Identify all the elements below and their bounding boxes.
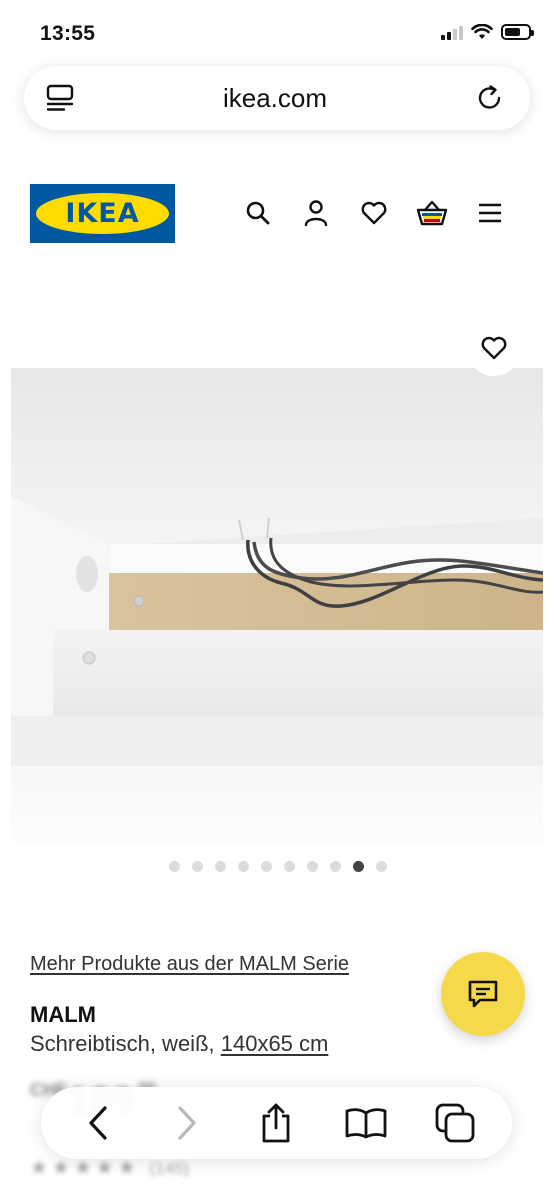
- status-icons: [441, 24, 534, 40]
- size-link[interactable]: 140x65 cm: [221, 1031, 329, 1056]
- address-bar[interactable]: ikea.com: [24, 66, 530, 130]
- chat-bubble-icon: [468, 980, 498, 1008]
- account-icon[interactable]: [296, 193, 336, 233]
- chat-button[interactable]: [441, 952, 525, 1036]
- image-bottom-fade: [11, 766, 543, 844]
- share-icon: [263, 1103, 290, 1143]
- series-link[interactable]: Mehr Produkte aus der MALM Serie: [30, 953, 349, 976]
- basket-icon[interactable]: [412, 193, 452, 233]
- cellular-signal-icon: [441, 24, 463, 40]
- back-button[interactable]: [74, 1099, 122, 1147]
- chevron-right-icon: [178, 1106, 196, 1140]
- image-carousel-dots: [0, 861, 555, 872]
- search-icon[interactable]: [238, 193, 278, 233]
- share-button[interactable]: [252, 1099, 300, 1147]
- wifi-icon: [471, 24, 493, 39]
- reload-icon[interactable]: [474, 82, 506, 114]
- bookmarks-button[interactable]: [342, 1099, 390, 1147]
- desk-underside-photo: [11, 368, 543, 766]
- url-text[interactable]: ikea.com: [223, 83, 327, 114]
- carousel-dot[interactable]: [237, 861, 249, 872]
- carousel-dot[interactable]: [168, 861, 180, 872]
- product-description: Schreibtisch, weiß, 140x65 cm: [30, 1031, 328, 1057]
- battery-icon: [501, 24, 534, 40]
- forward-button[interactable]: [163, 1099, 211, 1147]
- product-name: MALM: [30, 1002, 96, 1027]
- rating-count: (145): [149, 1159, 190, 1178]
- book-icon: [345, 1108, 387, 1139]
- carousel-dot[interactable]: [352, 861, 364, 872]
- tabs-button[interactable]: [431, 1099, 479, 1147]
- tabs-icon: [435, 1103, 475, 1143]
- product-type: Schreibtisch, weiß,: [30, 1031, 221, 1056]
- site-header: IKEA: [30, 183, 510, 243]
- carousel-dot[interactable]: [191, 861, 203, 872]
- reader-mode-icon[interactable]: [44, 82, 76, 114]
- carousel-dot[interactable]: [375, 861, 387, 872]
- header-icons: [238, 193, 510, 233]
- carousel-dot[interactable]: [214, 861, 226, 872]
- heart-icon[interactable]: [354, 193, 394, 233]
- rating-stars-icon: ★★★★★: [30, 1157, 140, 1179]
- carousel-dot[interactable]: [283, 861, 295, 872]
- add-to-favourites-button[interactable]: [466, 320, 522, 376]
- logo-text: IKEA: [65, 197, 140, 229]
- chevron-left-icon: [89, 1106, 107, 1140]
- status-time: 13:55: [40, 22, 96, 45]
- ikea-logo[interactable]: IKEA: [30, 183, 175, 243]
- carousel-dot[interactable]: [306, 861, 318, 872]
- logo-oval: IKEA: [36, 192, 169, 234]
- carousel-dot[interactable]: [329, 861, 341, 872]
- menu-icon[interactable]: [470, 193, 510, 233]
- product-image[interactable]: [11, 368, 543, 766]
- carousel-dot[interactable]: [260, 861, 272, 872]
- status-bar: 13:55: [0, 0, 555, 62]
- heart-outline-icon: [481, 336, 507, 360]
- browser-toolbar: [41, 1087, 512, 1159]
